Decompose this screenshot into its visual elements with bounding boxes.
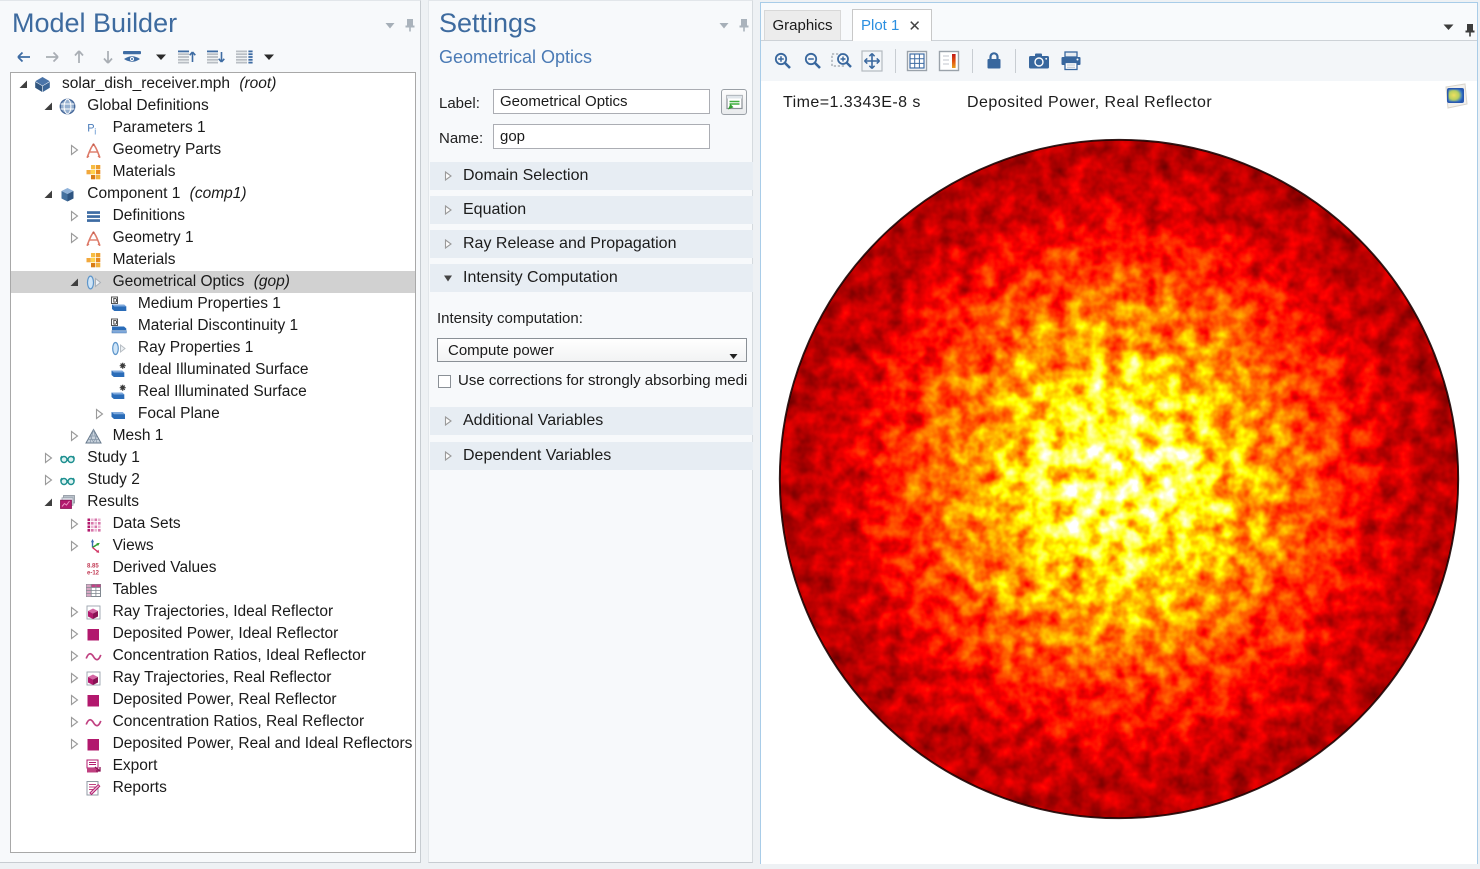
svg-text:D: D [113, 298, 118, 304]
svg-text:e-12: e-12 [87, 570, 100, 576]
svg-text:i: i [94, 126, 96, 136]
svg-text:8.85: 8.85 [87, 563, 99, 569]
svg-text:D: D [113, 320, 118, 326]
